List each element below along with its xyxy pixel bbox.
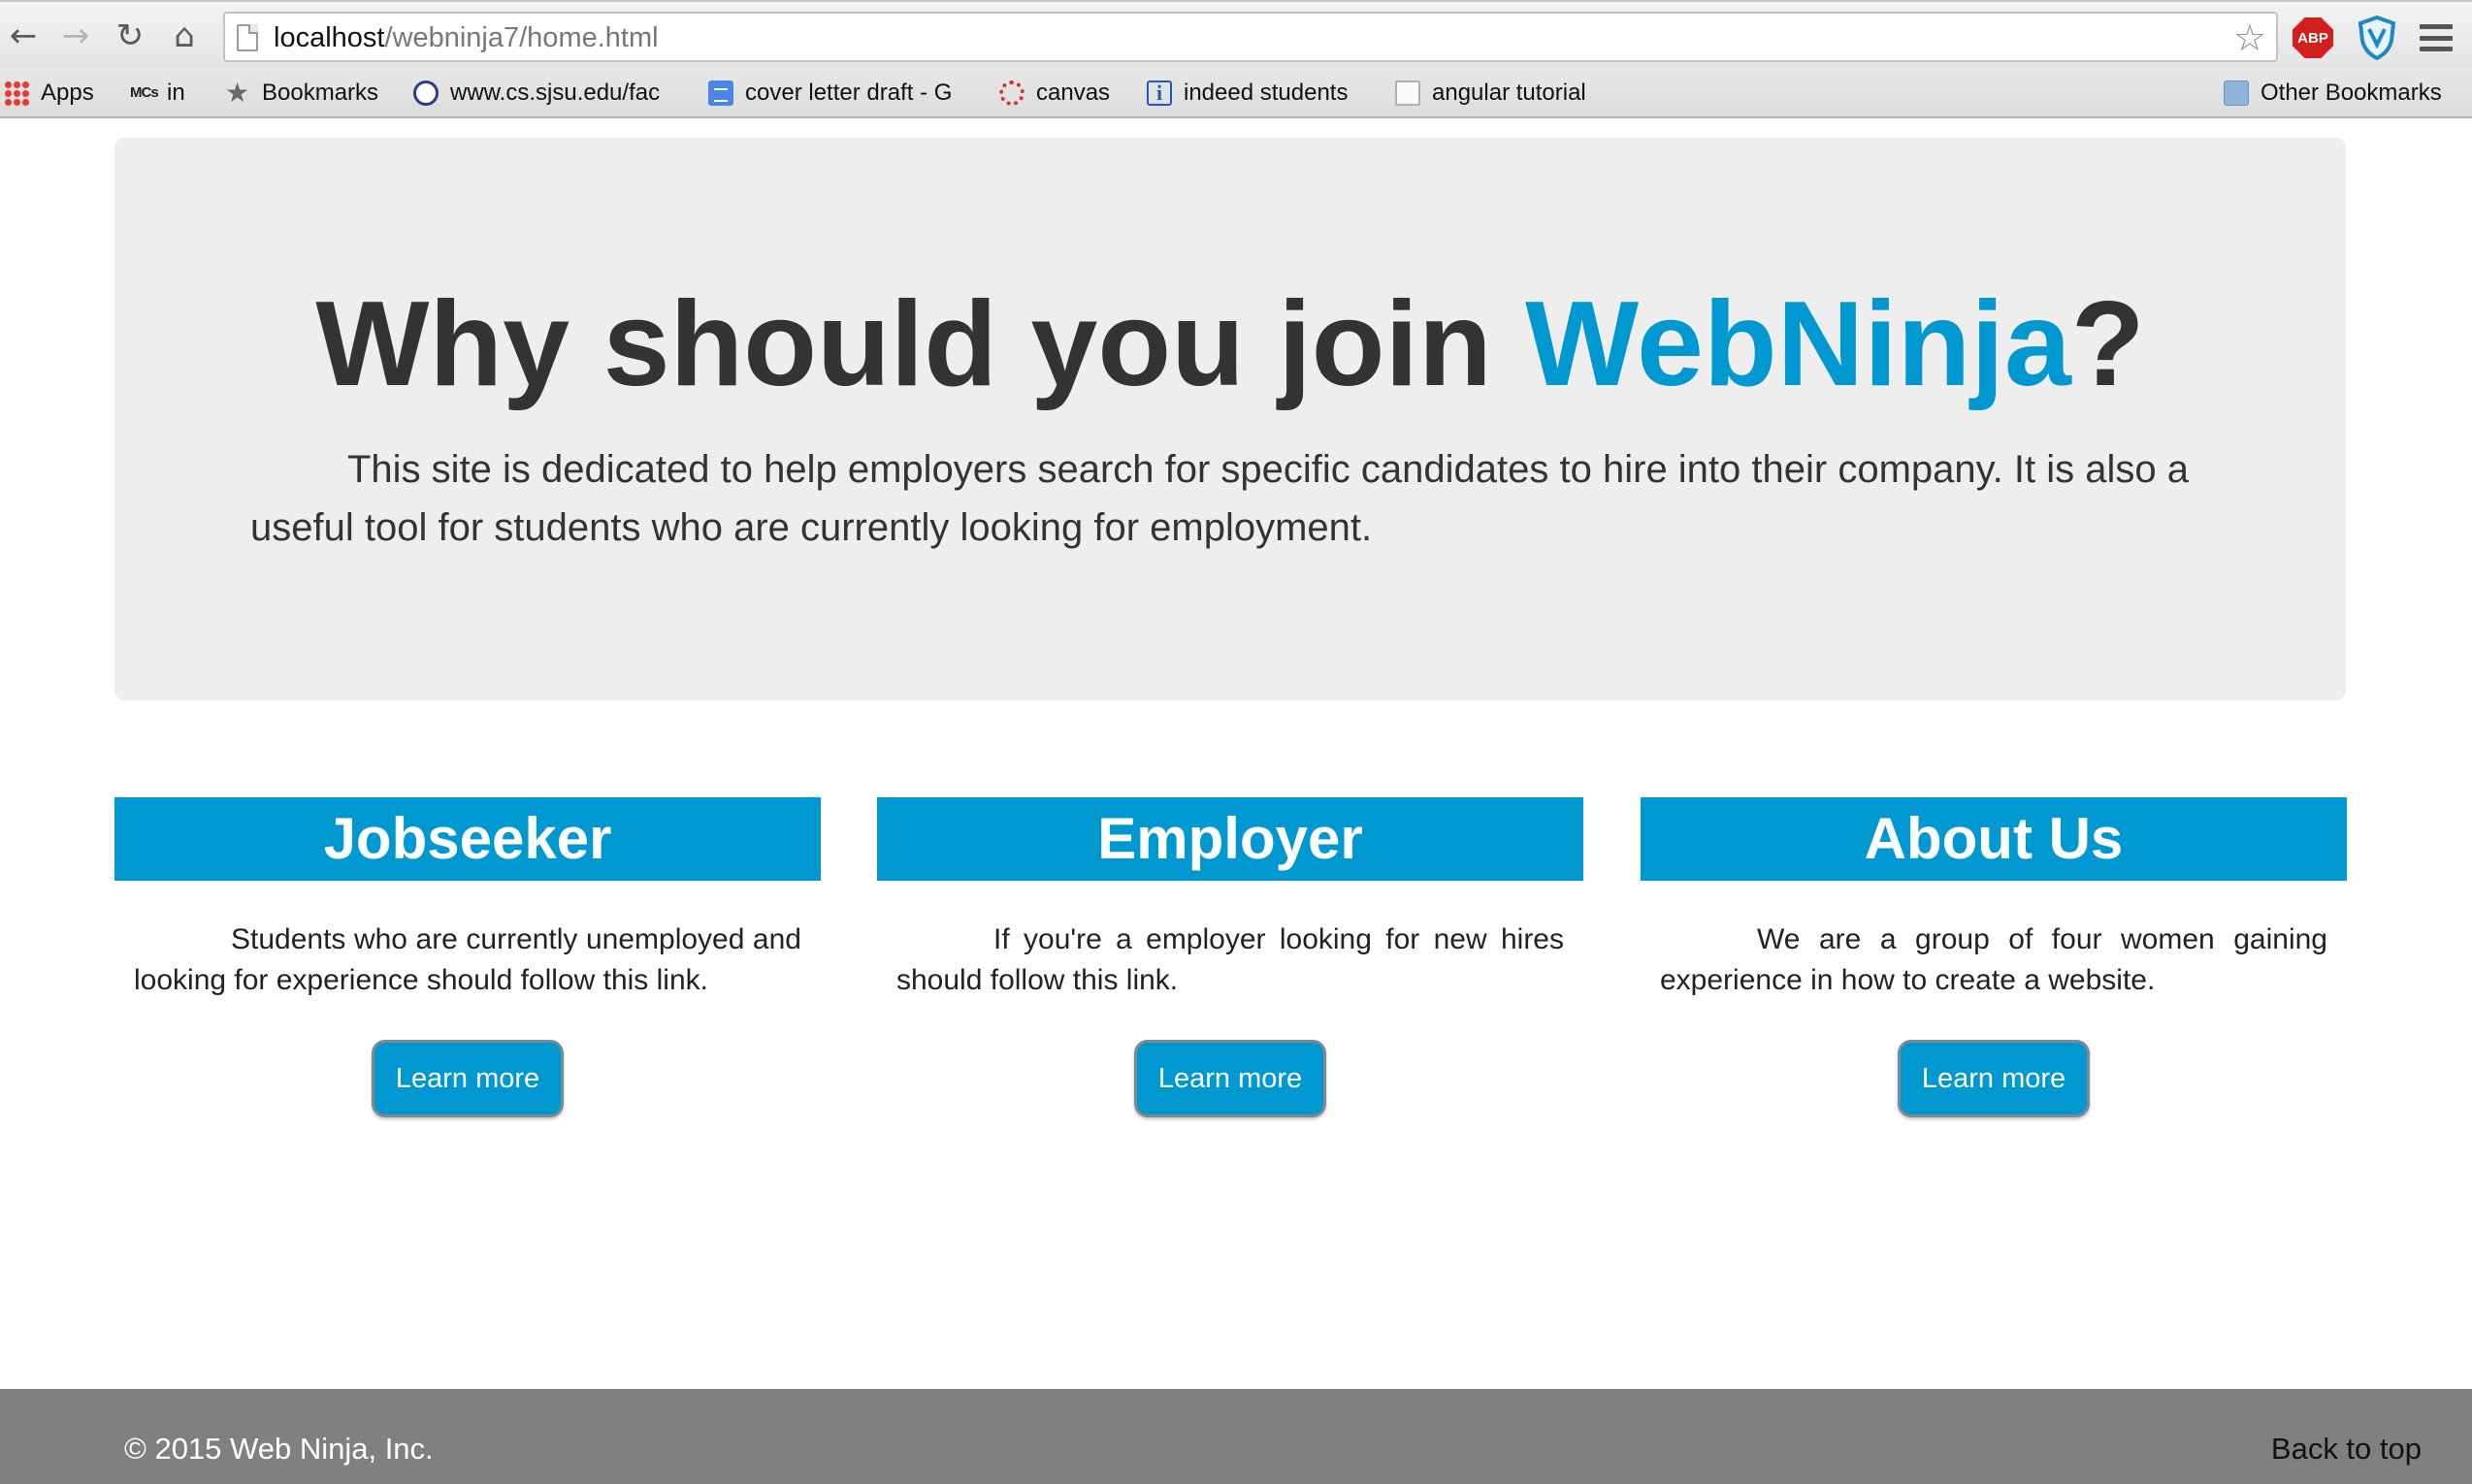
title-prefix: Why should you join — [315, 277, 1526, 411]
column-text: Students who are currently unemployed an… — [134, 923, 801, 996]
bookmark-label: Apps — [41, 80, 94, 106]
folder-icon — [2224, 81, 2249, 106]
bookmark-angular[interactable]: angular tutorial — [1395, 76, 1586, 111]
column-text: We are a group of four women gaining exp… — [1660, 923, 2327, 996]
url-host: localhost — [274, 22, 385, 53]
bookmark-label: cover letter draft - G — [745, 80, 953, 106]
column-employer: Employer If you're a employer looking fo… — [877, 797, 1583, 1117]
home-icon[interactable]: ⌂ — [165, 12, 204, 60]
url-text[interactable]: localhost/webninja7/home.html — [274, 21, 659, 54]
browser-toolbar: ← → ↻ ⌂ localhost/webninja7/home.html ☆ … — [0, 0, 2472, 68]
reload-icon[interactable]: ↻ — [111, 12, 149, 60]
canvas-icon — [999, 81, 1025, 106]
mcs-icon: MCs — [130, 84, 159, 101]
bookmark-in[interactable]: MCs in — [130, 76, 185, 111]
footer: © 2015 Web Ninja, Inc. Back to top — [0, 1389, 2472, 1484]
url-path: /webninja7/home.html — [384, 22, 659, 53]
back-arrow-icon[interactable]: ← — [4, 12, 43, 60]
copyright-text: © 2015 Web Ninja, Inc. — [124, 1432, 434, 1466]
address-bar[interactable]: localhost/webninja7/home.html ☆ — [223, 12, 2278, 62]
learn-more-button[interactable]: Learn more — [1134, 1040, 1326, 1117]
bookmark-apps[interactable]: Apps — [4, 76, 94, 111]
column-text: If you're a employer looking for new hir… — [896, 923, 1564, 996]
back-to-top-link[interactable]: Back to top — [2271, 1432, 2422, 1467]
other-bookmarks-label: Other Bookmarks — [2261, 80, 2442, 106]
bookmark-cover-letter[interactable]: cover letter draft - G — [708, 76, 952, 111]
jumbotron: Why should you join WebNinja? This site … — [114, 138, 2346, 700]
hero-description: This site is dedicated to help employers… — [250, 448, 2189, 549]
file-icon — [1395, 81, 1420, 106]
column-jobseeker: Jobseeker Students who are currently une… — [114, 797, 821, 1117]
column-about-us: About Us We are a group of four women ga… — [1641, 797, 2347, 1117]
bookmark-label: in — [167, 80, 185, 106]
title-suffix: ? — [2070, 277, 2145, 411]
bookmark-sjsu[interactable]: www.cs.sjsu.edu/fac — [413, 76, 660, 111]
learn-more-button[interactable]: Learn more — [1898, 1040, 2090, 1117]
column-heading: Employer — [877, 797, 1583, 881]
forward-arrow-icon[interactable]: → — [56, 12, 95, 60]
bookmark-label: Bookmarks — [262, 80, 379, 106]
column-heading: Jobseeker — [114, 797, 821, 881]
abp-label: ABP — [2297, 29, 2328, 47]
shield-extension-icon[interactable] — [2358, 16, 2396, 60]
page-icon — [237, 24, 258, 51]
info-icon: i — [1147, 81, 1172, 106]
bookmark-indeed[interactable]: i indeed students — [1147, 76, 1348, 111]
title-brand: WebNinja — [1525, 277, 2071, 411]
bookmark-label: www.cs.sjsu.edu/fac — [450, 80, 661, 106]
bookmark-label: canvas — [1036, 80, 1111, 106]
learn-more-button[interactable]: Learn more — [372, 1040, 564, 1117]
adblock-plus-icon[interactable]: ABP — [2293, 17, 2333, 58]
bookmark-bookmarks[interactable]: ★ Bookmarks — [225, 76, 378, 111]
column-heading: About Us — [1641, 797, 2347, 881]
bookmark-star-icon[interactable]: ☆ — [2233, 17, 2266, 58]
globe-icon — [413, 81, 439, 106]
star-icon: ★ — [225, 77, 250, 109]
bookmarks-bar: Apps MCs in ★ Bookmarks www.cs.sjsu.edu/… — [0, 68, 2472, 118]
google-doc-icon — [708, 81, 733, 106]
chrome-menu-icon[interactable] — [2420, 21, 2453, 54]
bookmark-label: indeed students — [1184, 80, 1349, 106]
other-bookmarks[interactable]: Other Bookmarks — [2224, 76, 2442, 111]
page-title: Why should you join WebNinja? — [114, 281, 2346, 407]
bookmark-canvas[interactable]: canvas — [999, 76, 1110, 111]
apps-grid-icon — [4, 81, 29, 106]
bookmark-label: angular tutorial — [1432, 80, 1586, 106]
